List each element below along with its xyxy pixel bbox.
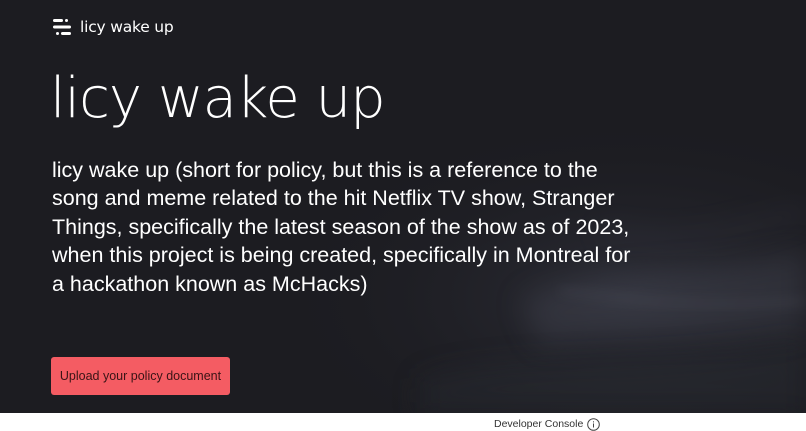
logo-lines-icon[interactable]	[52, 17, 72, 37]
hero-section: licy wake up licy wake up licy wake up (…	[0, 0, 806, 413]
brand-name[interactable]: licy wake up	[80, 18, 174, 36]
navbar: licy wake up	[52, 14, 174, 40]
hero-description: licy wake up (short for policy, but this…	[52, 158, 631, 296]
upload-policy-button[interactable]: Upload your policy document	[51, 357, 230, 395]
page-title: licy wake up	[50, 66, 386, 131]
bottom-bar	[0, 413, 806, 429]
